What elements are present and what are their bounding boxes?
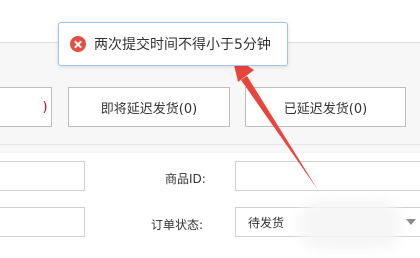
section-divider: [0, 144, 420, 145]
product-id-input[interactable]: [235, 161, 420, 191]
chevron-down-icon: [406, 219, 416, 225]
tab-coming-soon-label: 即将延迟发货(0): [100, 101, 198, 117]
watermark-blur: [300, 200, 400, 250]
left-filter-input-2[interactable]: [0, 207, 85, 237]
left-filter-input-1[interactable]: [0, 161, 85, 191]
order-status-value: 待发货: [248, 215, 285, 230]
product-id-label: 商品ID:: [165, 172, 206, 186]
tab-extended-label: 已延迟发货(0): [283, 101, 368, 117]
error-icon: [70, 36, 86, 52]
toast-text: 两次提交时间不得小于5分钟: [94, 37, 271, 53]
tab-partial-label: ): [42, 99, 48, 115]
tab-coming-soon-delayed[interactable]: 即将延迟发货(0): [68, 87, 230, 127]
toast-message: 两次提交时间不得小于5分钟: [58, 22, 288, 66]
tab-partial-left[interactable]: ): [0, 87, 52, 127]
tab-extended-delivery[interactable]: 已延迟发货(0): [245, 87, 406, 127]
order-status-label: 订单状态:: [151, 218, 204, 232]
